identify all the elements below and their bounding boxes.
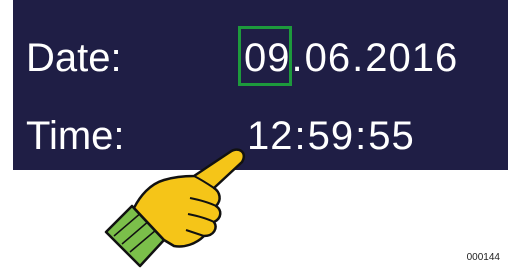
date-separator: .: [291, 36, 304, 80]
time-seconds-field[interactable]: 55: [368, 114, 415, 158]
time-value[interactable]: 12:59:55: [247, 116, 415, 156]
date-separator: .: [352, 36, 365, 80]
time-separator: :: [294, 114, 307, 158]
time-separator: :: [355, 114, 368, 158]
date-label: Date:: [26, 36, 122, 80]
figure-id: 000144: [466, 252, 500, 263]
pointing-hand-icon: [104, 148, 246, 268]
date-month-field[interactable]: 06: [305, 36, 352, 80]
time-minutes-field[interactable]: 59: [308, 114, 355, 158]
day-selection-highlight: [238, 26, 292, 86]
date-year-field[interactable]: 2016: [365, 36, 458, 80]
